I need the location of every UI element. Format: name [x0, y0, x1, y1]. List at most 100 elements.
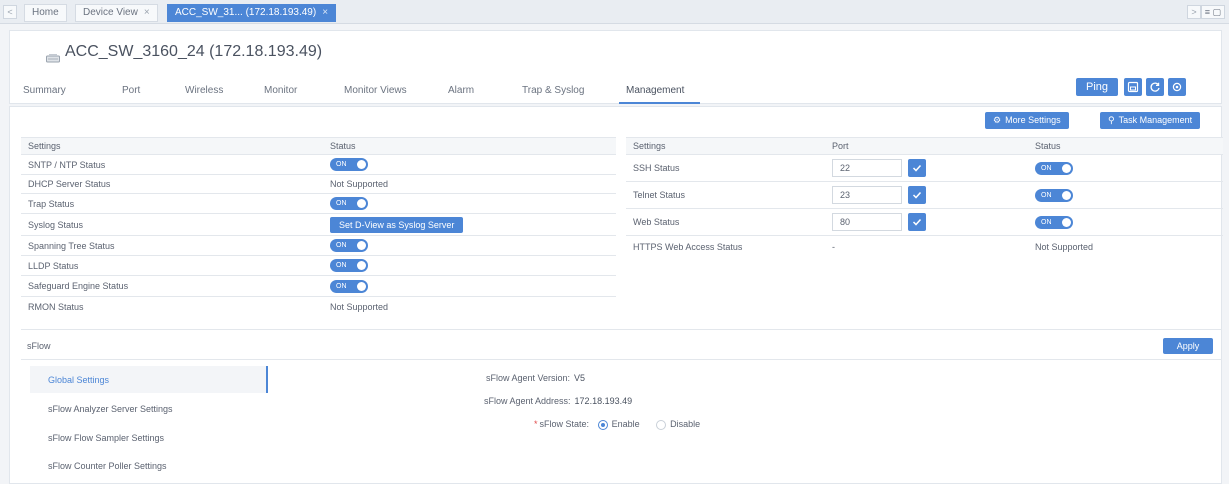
toggle-label: ON — [336, 262, 347, 269]
toggle-knob — [357, 241, 366, 250]
telnet-toggle[interactable]: ON — [1035, 188, 1073, 202]
more-settings-label: More Settings — [1005, 115, 1061, 125]
column-header: Port — [826, 137, 1029, 155]
divider — [21, 359, 1222, 360]
gear-icon: ⚙ — [993, 115, 1002, 125]
nav-tab-monitor[interactable]: Monitor — [264, 85, 297, 96]
sflow-menu-global-settings[interactable]: Global Settings — [48, 375, 109, 385]
toggle-knob — [357, 160, 366, 169]
table-row: DHCP Server Status Not Supported — [21, 174, 616, 194]
table-row: Spanning Tree Status ON — [21, 235, 616, 256]
sflow-section-title: sFlow — [27, 341, 51, 351]
setting-label: Web Status — [626, 208, 826, 236]
toggle-label: ON — [336, 200, 347, 207]
setting-label: RMON Status — [21, 296, 324, 318]
link-icon: ⚲ — [1108, 115, 1115, 125]
enable-radio[interactable] — [597, 419, 608, 430]
save-button[interactable] — [1124, 78, 1142, 96]
switch-device-icon — [46, 54, 60, 63]
web-port-input[interactable]: 80 — [832, 213, 902, 231]
sflow-menu-analyzer-server-settings[interactable]: sFlow Analyzer Server Settings — [48, 404, 173, 414]
toggle-label: ON — [1041, 191, 1052, 199]
required-mark: * — [534, 419, 538, 429]
ssh-port-confirm-button[interactable] — [908, 159, 926, 177]
disable-radio[interactable] — [656, 419, 667, 430]
agent-version-label: sFlow Agent Version: — [486, 373, 571, 383]
telnet-port-input[interactable]: 23 — [832, 186, 902, 204]
more-settings-button[interactable]: ⚙ More Settings — [985, 112, 1069, 129]
table-row: Trap Status ON — [21, 193, 616, 214]
table-row: LLDP Status ON — [21, 255, 616, 276]
nav-tab-summary[interactable]: Summary — [23, 85, 66, 96]
active-tab-indicator — [619, 102, 700, 104]
table-row: HTTPS Web Access Status - Not Supported — [626, 235, 1223, 259]
web-port-confirm-button[interactable] — [908, 213, 926, 231]
agent-version-row: sFlow Agent Version: V5 — [486, 373, 585, 383]
tab-menu-icon[interactable]: ≡ ▢ — [1200, 5, 1225, 19]
safeguard-engine-toggle[interactable]: ON — [330, 279, 368, 293]
tab-close-icon[interactable]: × — [144, 7, 150, 18]
agent-address-label: sFlow Agent Address: — [484, 396, 571, 406]
trap-toggle[interactable]: ON — [330, 197, 368, 210]
setting-label: Spanning Tree Status — [21, 235, 324, 256]
ssh-toggle[interactable]: ON — [1035, 161, 1073, 175]
ssh-port-input[interactable]: 22 — [832, 159, 902, 177]
setting-label: DHCP Server Status — [21, 174, 324, 194]
disable-label[interactable]: Disable — [670, 419, 700, 429]
device-settings-table: Settings Status SNTP / NTP Status ON DHC… — [21, 137, 616, 318]
tab-close-icon[interactable]: × — [322, 7, 328, 18]
tab-label: Home — [32, 7, 59, 18]
table-row: SSH Status 22 ON — [626, 154, 1223, 182]
toggle-knob — [1062, 190, 1071, 200]
toggle-label: ON — [336, 282, 347, 290]
access-settings-table: Settings Port Status SSH Status 22 ON Te… — [626, 137, 1223, 259]
sflow-menu-counter-poller-settings[interactable]: sFlow Counter Poller Settings — [48, 461, 167, 471]
port-text: - — [826, 235, 1029, 259]
sflow-state-label: sFlow State: — [539, 419, 590, 429]
ping-button[interactable]: Ping — [1076, 78, 1118, 96]
sflow-menu-flow-sampler-settings[interactable]: sFlow Flow Sampler Settings — [48, 433, 164, 443]
column-header: Status — [1029, 137, 1223, 155]
nav-tab-alarm[interactable]: Alarm — [448, 85, 474, 96]
enable-label[interactable]: Enable — [612, 419, 640, 429]
spanning-tree-toggle[interactable]: ON — [330, 239, 368, 252]
sntp-toggle[interactable]: ON — [330, 158, 368, 171]
nav-tab-management[interactable]: Management — [626, 85, 684, 96]
table-header-row: Settings Status — [21, 137, 616, 155]
refresh-button[interactable] — [1146, 78, 1164, 96]
lldp-toggle[interactable]: ON — [330, 259, 368, 272]
nav-tab-wireless[interactable]: Wireless — [185, 85, 223, 96]
refresh-icon — [1150, 82, 1160, 92]
nav-tab-trap-syslog[interactable]: Trap & Syslog — [522, 85, 584, 96]
toggle-knob — [357, 261, 366, 270]
sflow-section — [21, 329, 1222, 484]
toggle-knob — [357, 281, 366, 291]
setting-label: Syslog Status — [21, 213, 324, 236]
tab-home[interactable]: Home — [24, 4, 67, 22]
nav-tab-monitor-views[interactable]: Monitor Views — [344, 85, 407, 96]
apply-button[interactable]: Apply — [1163, 338, 1213, 354]
status-text: Not Supported — [324, 174, 616, 194]
setting-label: SNTP / NTP Status — [21, 154, 324, 175]
setting-label: SSH Status — [626, 154, 826, 182]
toggle-label: ON — [336, 242, 347, 249]
tab-device-detail[interactable]: ACC_SW_31... (172.18.193.49) × — [167, 4, 337, 22]
tab-scroll-left-button[interactable]: < — [3, 5, 17, 19]
settings-button[interactable] — [1168, 78, 1186, 96]
table-row: Syslog Status Set D-View as Syslog Serve… — [21, 213, 616, 236]
nav-tab-port[interactable]: Port — [122, 85, 140, 96]
toggle-label: ON — [1041, 164, 1052, 172]
tab-device-view[interactable]: Device View × — [75, 4, 158, 22]
check-icon — [912, 191, 922, 199]
status-text: Not Supported — [324, 296, 616, 318]
web-toggle[interactable]: ON — [1035, 215, 1073, 229]
toggle-label: ON — [336, 161, 347, 168]
sflow-state-row: * sFlow State: Enable Disable — [534, 419, 700, 430]
set-syslog-server-button[interactable]: Set D-View as Syslog Server — [330, 216, 464, 233]
telnet-port-confirm-button[interactable] — [908, 186, 926, 204]
tab-scroll-right-button[interactable]: > — [1187, 5, 1201, 19]
task-management-button[interactable]: ⚲ Task Management — [1100, 112, 1201, 129]
tab-label: ACC_SW_31... (172.18.193.49) — [175, 7, 317, 18]
task-management-label: Task Management — [1118, 115, 1193, 125]
column-header: Settings — [21, 137, 324, 155]
